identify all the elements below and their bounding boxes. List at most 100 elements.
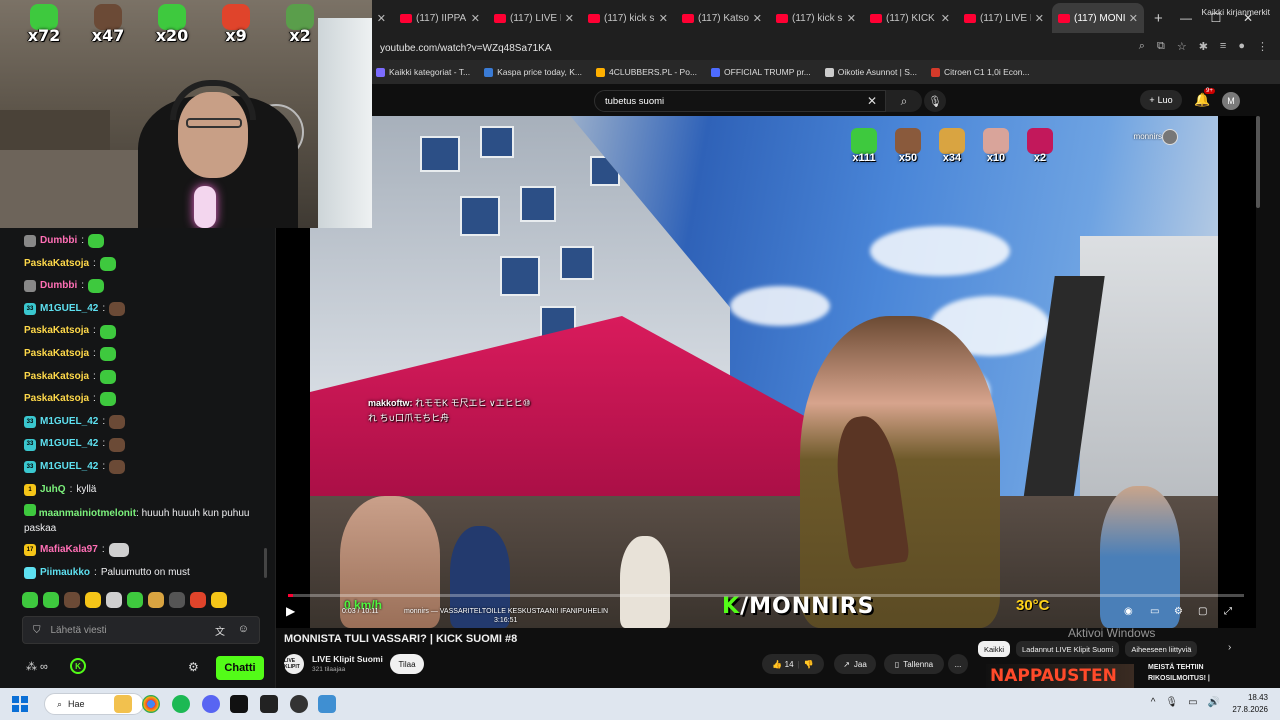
chat-username[interactable]: JuhQ — [40, 479, 66, 502]
close-tab-icon[interactable]: ✕ — [1035, 12, 1044, 25]
notifications-bell-icon[interactable]: 🔔 — [1194, 92, 1210, 108]
progress-bar[interactable] — [288, 594, 1244, 597]
quick-emote-icon[interactable] — [190, 592, 206, 608]
profile-icon[interactable]: ● — [1238, 40, 1245, 53]
browser-tab[interactable]: (117) kick su ✕ — [582, 3, 674, 33]
fullscreen-icon[interactable]: ⤢ — [1224, 606, 1232, 617]
browser-tab[interactable]: (117) LIVE K ✕ — [958, 3, 1050, 33]
theater-mode-icon[interactable]: ▢ — [1198, 606, 1207, 617]
quick-emote-icon[interactable] — [127, 592, 143, 608]
spotify-icon[interactable] — [172, 695, 190, 713]
x-app-icon[interactable] — [230, 695, 248, 713]
volume-icon[interactable]: 🔊 — [1208, 697, 1220, 708]
like-button[interactable]: 👍 14 — [772, 660, 793, 669]
chrome-icon[interactable] — [142, 695, 160, 713]
browser-tab[interactable]: (117) KICK S ✕ — [864, 3, 956, 33]
account-avatar[interactable]: M — [1222, 92, 1240, 110]
quick-emote-icon[interactable] — [64, 592, 80, 608]
search-box[interactable]: tubetus suomi ✕ — [594, 90, 886, 112]
filter-chip[interactable]: Ladannut LIVE Klipit Suomi — [1016, 641, 1120, 657]
bookmark-star-icon[interactable]: ☆ — [1177, 40, 1187, 53]
new-tab-button[interactable]: + — [1154, 10, 1163, 27]
taskbar-clock[interactable]: 18.43 27.8.2026 — [1232, 692, 1268, 716]
quick-emote-icon[interactable] — [85, 592, 101, 608]
subtitles-icon[interactable]: ▭ — [1150, 606, 1159, 617]
chat-username[interactable]: PaskaKatsoja — [24, 253, 89, 276]
page-scrollbar-thumb[interactable] — [1256, 116, 1260, 208]
play-icon[interactable]: ▶ — [286, 604, 295, 618]
close-tab-icon[interactable]: ✕ — [565, 12, 574, 25]
autoplay-toggle-icon[interactable]: ◉ — [1124, 606, 1133, 617]
quick-emote-icon[interactable] — [148, 592, 164, 608]
browser-menu-icon[interactable]: ⋮ — [1257, 40, 1268, 53]
network-icon[interactable]: ▭ — [1188, 697, 1197, 708]
notepad-icon[interactable] — [318, 695, 336, 713]
quick-emote-icon[interactable] — [211, 592, 227, 608]
tray-mic-icon[interactable]: 🎙 — [1165, 697, 1178, 708]
minimize-icon[interactable]: — — [1170, 0, 1202, 36]
channel-name[interactable]: LIVE Klipit Suomi — [312, 654, 383, 664]
chat-username[interactable]: M1GUEL_42 — [40, 411, 98, 434]
tray-chevron-icon[interactable]: ^ — [1151, 697, 1156, 708]
close-tab-icon[interactable]: ✕ — [471, 12, 480, 25]
recommended-title[interactable]: MEISTÄ TEHTIIN RIKOSILMOITUS! | — [1148, 662, 1248, 684]
close-tab-icon[interactable]: ✕ — [1129, 12, 1138, 25]
chat-input[interactable] — [50, 624, 201, 636]
channel-avatar[interactable]: LIVE KLIPIT — [284, 654, 304, 674]
dislike-button[interactable]: 👎 — [804, 660, 814, 669]
zoom-icon[interactable]: ⌕ — [1139, 40, 1145, 53]
filter-chip[interactable]: Kaikki — [978, 641, 1011, 657]
browser-tab[interactable]: (117) kick su ✕ — [770, 3, 862, 33]
chat-mode-icon[interactable]: ⁂ ∞ — [26, 660, 48, 673]
chat-username[interactable]: PaskaKatsoja — [24, 366, 89, 389]
chat-username[interactable]: Dumbbi — [40, 275, 77, 298]
recommended-thumbnail[interactable]: NAPPAUSTEN — [986, 664, 1134, 688]
emoji-icon[interactable]: ☺ — [238, 623, 249, 635]
kick-logo-icon[interactable]: K — [70, 658, 86, 674]
filter-chip[interactable]: Aiheeseen liittyviä — [1125, 641, 1198, 657]
chat-scrollbar[interactable] — [264, 548, 267, 578]
address-bar[interactable]: youtube.com/watch?v=WZq48Sa71KA ⌕ ⧉ ☆ ✱ … — [372, 36, 1280, 60]
chat-username[interactable]: M1GUEL_42 — [40, 433, 98, 456]
video-frame[interactable]: x111 x50 x34 x10 x2 monnirs makkoftw: れモモK モ… — [310, 116, 1218, 628]
extensions-icon[interactable]: ✱ — [1199, 40, 1208, 53]
close-tab-icon[interactable]: ✕ — [847, 12, 856, 25]
quick-emote-icon[interactable] — [22, 592, 38, 608]
close-window-icon[interactable]: ✕ — [1232, 0, 1264, 36]
bookmark-item[interactable]: Oikotie Asunnot | S... — [824, 67, 917, 77]
chat-username[interactable]: Piimaukko — [40, 562, 90, 585]
bookmark-item[interactable]: OFFICIAL TRUMP pr... — [711, 67, 811, 77]
chat-username[interactable]: PaskaKatsoja — [24, 388, 89, 411]
settings-gear-icon[interactable]: ⚙ — [1174, 606, 1183, 617]
chat-username[interactable]: MafiaKala97 — [40, 539, 98, 562]
maximize-icon[interactable]: ☐ — [1200, 0, 1232, 36]
chat-username[interactable]: PaskaKatsoja — [24, 320, 89, 343]
chat-username[interactable]: PaskaKatsoja — [24, 343, 89, 366]
bookmark-item[interactable]: Kaspa price today, K... — [484, 67, 582, 77]
more-actions-button[interactable]: ... — [948, 654, 968, 674]
reading-list-icon[interactable]: ≡ — [1220, 40, 1226, 53]
close-tab-icon[interactable]: ✕ — [659, 12, 668, 25]
windows-start-icon[interactable] — [12, 696, 28, 712]
search-input[interactable]: tubetus suomi — [605, 96, 664, 107]
close-tab-icon[interactable]: ✕ — [377, 12, 386, 25]
subscribe-button[interactable]: Tilaa — [390, 654, 424, 674]
browser-tab[interactable]: (117) MONI ✕ — [1052, 3, 1144, 33]
bookmark-item[interactable]: 4CLUBBERS.PL - Po... — [596, 67, 697, 77]
all-bookmarks-button[interactable]: Kaikki kirjanmerkit — [1202, 7, 1271, 17]
search-icon[interactable]: ⌕ — [886, 90, 922, 112]
save-button[interactable]: ▯ Tallenna — [884, 654, 944, 674]
chat-username[interactable]: M1GUEL_42 — [40, 456, 98, 479]
chips-next-icon[interactable]: › — [1228, 642, 1231, 653]
bookmark-item[interactable]: Citroen C1 1,0i Econ... — [931, 67, 1030, 77]
microphone-icon[interactable]: 🎙 — [924, 90, 946, 112]
clear-search-icon[interactable]: ✕ — [867, 94, 877, 108]
url-text[interactable]: youtube.com/watch?v=WZq48Sa71KA — [380, 43, 551, 54]
video-player[interactable]: x111 x50 x34 x10 x2 monnirs makkoftw: れモモK モ… — [276, 116, 1256, 628]
quick-emote-icon[interactable] — [43, 592, 59, 608]
quick-emote-icon[interactable] — [106, 592, 122, 608]
create-button[interactable]: + Luo — [1140, 90, 1182, 110]
quick-emote-icon[interactable] — [169, 592, 185, 608]
obs-icon[interactable] — [290, 695, 308, 713]
browser-tab[interactable]: (117) LIVE K ✕ — [488, 3, 580, 33]
